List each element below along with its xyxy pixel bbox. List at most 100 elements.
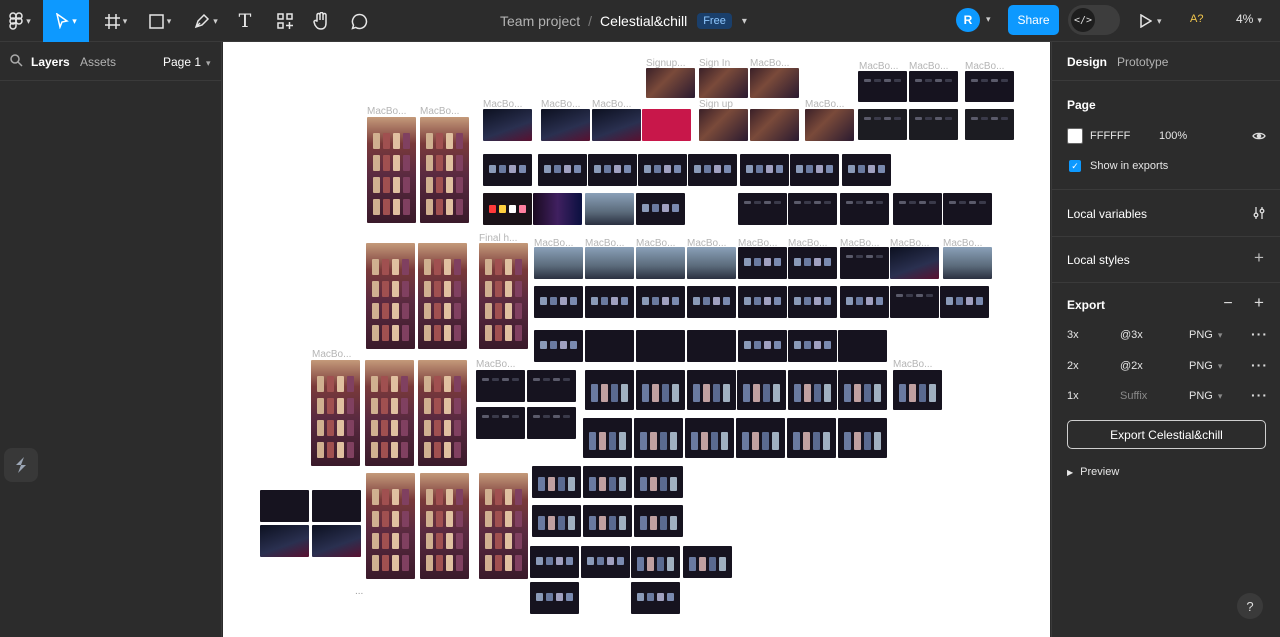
frame-label[interactable]: MacBo...	[893, 359, 932, 370]
canvas-frame[interactable]	[534, 247, 583, 279]
canvas-frame[interactable]	[634, 466, 683, 498]
canvas-frame[interactable]	[583, 418, 632, 458]
frame-label[interactable]: Signup...	[646, 58, 685, 69]
canvas-frame[interactable]	[532, 505, 581, 537]
add-export-icon[interactable]: +	[1251, 293, 1267, 312]
canvas-frame[interactable]	[260, 490, 309, 522]
canvas-frame[interactable]	[312, 525, 361, 557]
export-suffix-input[interactable]: Suffix	[1120, 390, 1147, 402]
preview-toggle[interactable]: ▶ Preview	[1067, 466, 1119, 478]
frame-label[interactable]: MacBo...	[636, 238, 675, 249]
canvas-frame[interactable]	[479, 243, 528, 349]
canvas-frame[interactable]	[530, 582, 579, 614]
page-selector[interactable]: Page 1 ▾	[163, 55, 211, 69]
canvas-frame[interactable]	[538, 154, 587, 186]
canvas-frame[interactable]	[592, 109, 641, 141]
chevron-down-icon[interactable]: ▾	[986, 14, 991, 25]
canvas-frame[interactable]	[683, 546, 732, 578]
eye-icon[interactable]	[1251, 128, 1267, 144]
comment-tool-button[interactable]	[348, 0, 370, 42]
canvas-frame[interactable]	[631, 582, 680, 614]
canvas-frame[interactable]	[533, 193, 582, 225]
canvas-frame[interactable]	[965, 109, 1014, 140]
canvas-frame[interactable]	[688, 154, 737, 186]
canvas-frame[interactable]	[420, 117, 469, 223]
export-options-icon[interactable]: ···	[1251, 326, 1268, 342]
text-tool-button[interactable]: T	[234, 0, 256, 42]
pen-tool-button[interactable]: ▾	[188, 0, 224, 42]
canvas-frame[interactable]	[840, 247, 889, 279]
frame-label[interactable]: MacBo...	[738, 238, 777, 249]
canvas-frame[interactable]	[583, 466, 632, 498]
canvas-frame[interactable]	[699, 109, 748, 141]
tab-layers[interactable]: Layers	[31, 55, 70, 69]
hand-tool-button[interactable]	[310, 0, 332, 42]
canvas-frame[interactable]	[642, 109, 691, 141]
export-suffix[interactable]: @2x	[1120, 360, 1143, 372]
canvas-frame[interactable]	[788, 193, 837, 225]
canvas-frame[interactable]	[893, 193, 942, 225]
canvas-frame[interactable]	[418, 243, 467, 349]
design-canvas[interactable]: ... Signup... Sign In MacBo... MacBo... MacB…	[223, 42, 1050, 637]
frame-label[interactable]: MacBo...	[541, 99, 580, 110]
canvas-frame[interactable]	[909, 109, 958, 140]
export-scale[interactable]: 2x	[1067, 360, 1079, 372]
canvas-frame[interactable]	[585, 193, 634, 225]
canvas-frame[interactable]	[636, 370, 685, 410]
present-button[interactable]: ▾	[1140, 10, 1170, 32]
canvas-frame[interactable]	[738, 193, 787, 225]
canvas-frame[interactable]	[750, 109, 799, 141]
resources-button[interactable]	[274, 0, 296, 42]
canvas-frame[interactable]	[636, 193, 685, 225]
frame-label[interactable]: MacBo...	[890, 238, 929, 249]
canvas-frame[interactable]	[685, 418, 734, 458]
canvas-frame[interactable]	[530, 546, 579, 578]
page-color-hex[interactable]: FFFFFF	[1090, 130, 1130, 142]
export-options-icon[interactable]: ···	[1251, 357, 1268, 373]
canvas-frame[interactable]	[909, 71, 958, 102]
main-menu-button[interactable]: ▾	[0, 0, 40, 42]
frame-label[interactable]: MacBo...	[483, 99, 522, 110]
canvas-frame[interactable]	[788, 286, 837, 318]
canvas-frame[interactable]	[740, 154, 789, 186]
file-name[interactable]: Celestial&chill	[600, 13, 687, 29]
canvas-frame[interactable]	[534, 286, 583, 318]
frame-label[interactable]: MacBo...	[687, 238, 726, 249]
canvas-frame[interactable]	[737, 370, 786, 410]
canvas-frame[interactable]	[260, 525, 309, 557]
frame-label[interactable]: MacBo...	[909, 61, 948, 72]
canvas-frame[interactable]	[788, 370, 837, 410]
page-opacity[interactable]: 100%	[1159, 130, 1187, 142]
canvas-frame[interactable]	[838, 418, 887, 458]
canvas-frame[interactable]	[890, 247, 939, 279]
canvas-frame[interactable]	[366, 243, 415, 349]
canvas-frame[interactable]	[687, 247, 736, 279]
canvas-frame[interactable]	[842, 154, 891, 186]
zoom-level[interactable]: 4% ▾	[1236, 12, 1262, 26]
move-tool-button[interactable]: ▾	[43, 0, 89, 42]
canvas-frame[interactable]	[738, 286, 787, 318]
avatar[interactable]: R	[956, 8, 980, 32]
search-icon[interactable]	[10, 54, 23, 67]
canvas-frame[interactable]	[311, 360, 360, 466]
add-style-icon[interactable]: +	[1251, 248, 1267, 267]
canvas-frame[interactable]	[943, 247, 992, 279]
export-scale[interactable]: 3x	[1067, 329, 1079, 341]
export-format[interactable]: PNG ▾	[1189, 360, 1222, 372]
canvas-frame[interactable]	[646, 68, 695, 98]
canvas-frame[interactable]	[588, 154, 637, 186]
plugin-launcher-icon[interactable]	[4, 448, 38, 482]
canvas-frame[interactable]	[738, 247, 787, 279]
canvas-frame[interactable]	[367, 117, 416, 223]
canvas-frame[interactable]	[585, 330, 634, 362]
canvas-frame[interactable]	[527, 407, 576, 439]
remove-export-icon[interactable]: −	[1220, 295, 1236, 312]
canvas-frame[interactable]	[687, 370, 736, 410]
frame-label[interactable]: MacBo...	[840, 238, 879, 249]
canvas-frame[interactable]	[636, 286, 685, 318]
frame-label[interactable]: MacBo...	[367, 106, 406, 117]
export-format[interactable]: PNG ▾	[1189, 390, 1222, 402]
canvas-frame[interactable]	[479, 473, 528, 579]
canvas-frame[interactable]	[893, 370, 942, 410]
canvas-frame[interactable]	[858, 71, 907, 102]
